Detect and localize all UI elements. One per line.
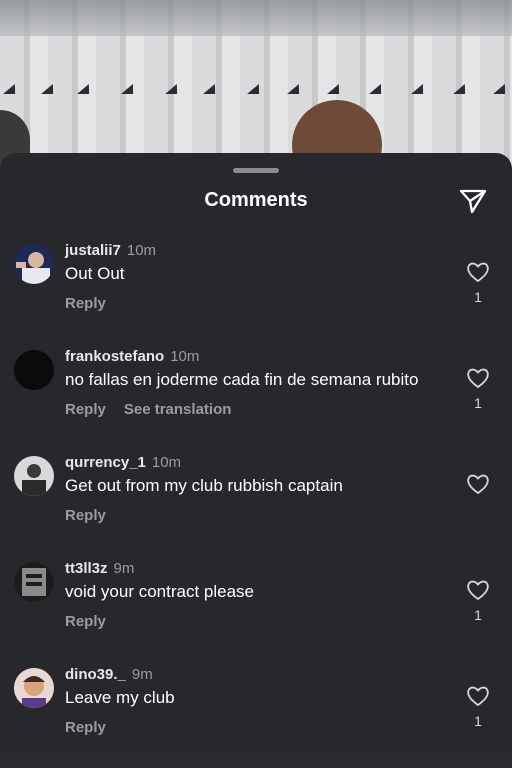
avatar[interactable] — [14, 562, 54, 602]
comment-actions: Reply See translation — [65, 401, 231, 418]
comment-item: frankostefano 10m no fallas en joderme ca… — [0, 348, 512, 450]
username[interactable]: justalii7 — [65, 242, 121, 259]
comment-actions: Reply — [65, 295, 106, 312]
comments-title: Comments — [204, 189, 308, 211]
comment-author[interactable]: dino39._ 9m — [65, 666, 153, 683]
timestamp: 10m — [170, 348, 200, 365]
timestamp: 9m — [131, 666, 153, 683]
comment-author[interactable]: qurrency_1 10m — [65, 454, 181, 471]
drag-handle[interactable] — [233, 168, 279, 173]
username[interactable]: frankostefano — [65, 348, 164, 365]
timestamp: 10m — [126, 242, 157, 259]
comment-text: no fallas en joderme cada fin de semana … — [65, 370, 419, 389]
avatar[interactable] — [14, 456, 54, 496]
comment-item: qurrency_1 10m Get out from my club rubbi… — [0, 454, 512, 556]
comment-actions: Reply — [65, 613, 106, 630]
heart-icon[interactable] — [466, 579, 490, 601]
send-icon[interactable] — [458, 186, 488, 216]
timestamp: 9m — [113, 560, 135, 577]
avatar[interactable] — [14, 668, 54, 708]
comment-item: justalii7 10m Out Out Reply 1 — [0, 242, 512, 344]
heart-icon[interactable] — [466, 685, 490, 707]
like-count: 1 — [474, 713, 482, 729]
reply-button[interactable]: Reply — [65, 507, 106, 524]
see-translation-button[interactable]: See translation — [124, 401, 232, 418]
reply-button[interactable]: Reply — [65, 401, 106, 418]
comment-author[interactable]: frankostefano 10m — [65, 348, 199, 365]
comment-text: Leave my club — [65, 688, 175, 707]
reply-button[interactable]: Reply — [65, 295, 106, 312]
comment-text: Out Out — [65, 264, 125, 283]
comment-item: tt3ll3z 9m void your contract please Repl… — [0, 560, 512, 662]
comment-actions: Reply — [65, 719, 106, 736]
video-decor — [0, 84, 512, 98]
background-video — [0, 0, 512, 170]
heart-icon[interactable] — [466, 367, 490, 389]
avatar[interactable] — [14, 350, 54, 390]
comment-text: Get out from my club rubbish captain — [65, 476, 343, 495]
comment-text: void your contract please — [65, 582, 254, 601]
comment-author[interactable]: tt3ll3z 9m — [65, 560, 134, 577]
comment-author[interactable]: justalii7 10m — [65, 242, 156, 259]
heart-icon[interactable] — [466, 473, 490, 495]
username[interactable]: tt3ll3z — [65, 560, 108, 577]
video-top-band — [0, 0, 512, 36]
username[interactable]: dino39._ — [65, 666, 126, 683]
avatar[interactable] — [14, 244, 54, 284]
like-count: 1 — [474, 289, 482, 305]
comments-sheet: Comments justalii7 10m Out Out Reply 1 fr… — [0, 153, 512, 753]
reply-button[interactable]: Reply — [65, 719, 106, 736]
username[interactable]: qurrency_1 — [65, 454, 146, 471]
comment-actions: Reply — [65, 507, 106, 524]
like-count: 1 — [474, 607, 482, 623]
timestamp: 10m — [151, 454, 182, 471]
heart-icon[interactable] — [466, 261, 490, 283]
comment-item: dino39._ 9m Leave my club Reply 1 — [0, 666, 512, 768]
reply-button[interactable]: Reply — [65, 613, 106, 630]
like-count: 1 — [474, 395, 482, 411]
